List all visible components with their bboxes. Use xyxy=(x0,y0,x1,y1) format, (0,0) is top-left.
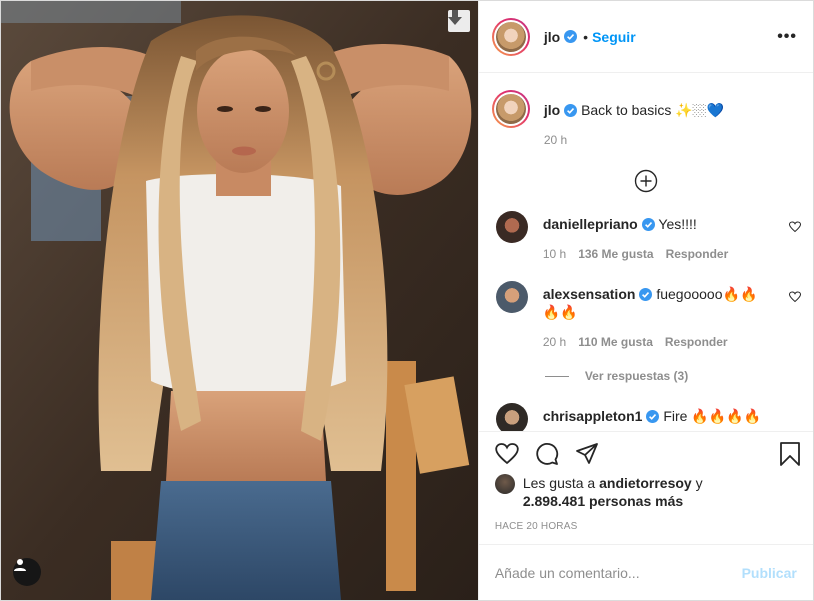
verified-badge-icon xyxy=(564,30,578,43)
heart-icon[interactable] xyxy=(495,442,519,466)
load-more-plus-icon[interactable] xyxy=(634,169,658,193)
view-replies-label[interactable]: Ver respuestas (3) xyxy=(585,369,688,383)
post-photo[interactable] xyxy=(1,1,478,600)
comment-likes[interactable]: 136 Me gusta xyxy=(578,247,653,261)
likes-count[interactable]: 2.898.481 personas más xyxy=(523,493,683,509)
heart-icon[interactable] xyxy=(788,221,801,233)
load-more-button[interactable] xyxy=(479,169,813,193)
post-timestamp[interactable]: HACE 20 HORAS xyxy=(479,510,813,532)
post-actions: Les gusta a andietorresoy y 2.898.481 pe… xyxy=(478,431,813,543)
comment-input[interactable] xyxy=(494,564,742,581)
liker-avatar[interactable] xyxy=(494,474,515,494)
comment-avatar[interactable] xyxy=(495,403,528,431)
publish-button[interactable]: Publicar xyxy=(742,565,797,581)
separator-dot: • xyxy=(583,28,589,45)
replies-divider xyxy=(544,375,569,377)
comment-avatar[interactable] xyxy=(495,211,528,243)
comment-likes[interactable]: 110 Me gusta xyxy=(578,335,653,349)
follow-button[interactable]: Seguir xyxy=(592,29,636,45)
verified-badge-icon xyxy=(646,410,660,423)
header-username[interactable]: jlo xyxy=(544,29,560,45)
download-icon[interactable] xyxy=(447,10,470,32)
comment-item: alexsensation fuegooooo🔥🔥🔥🔥 20 h 110 Me g… xyxy=(479,281,813,351)
reply-button[interactable]: Responder xyxy=(665,335,728,349)
add-comment-bar: Publicar xyxy=(478,544,813,600)
caption-text: Back to basics ✨🏼💙 xyxy=(581,102,725,118)
share-icon[interactable] xyxy=(575,442,599,466)
comment-time[interactable]: 10 h xyxy=(543,247,566,261)
comment-username[interactable]: alexsensation xyxy=(543,286,636,302)
bookmark-icon[interactable] xyxy=(779,442,801,466)
caption-time[interactable]: 20 h xyxy=(544,133,724,147)
comment-username[interactable]: chrisappleton1 xyxy=(543,408,643,424)
comment-item: daniellepriano Yes!!!! 10 h 136 Me gusta R… xyxy=(479,211,813,263)
user-tag-icon[interactable] xyxy=(13,558,41,586)
comment-avatar[interactable] xyxy=(495,281,528,313)
heart-icon[interactable] xyxy=(788,291,801,303)
view-replies-button[interactable]: Ver respuestas (3) xyxy=(544,369,813,383)
reply-button[interactable]: Responder xyxy=(666,247,729,261)
liker-username[interactable]: andietorresoy xyxy=(599,475,692,491)
instagram-post: jlo • Seguir ••• jlo Back to basics ✨🏼💙 … xyxy=(0,0,814,601)
comment-username[interactable]: daniellepriano xyxy=(543,216,638,232)
verified-badge-icon xyxy=(641,218,655,231)
post-side-panel: jlo • Seguir ••• jlo Back to basics ✨🏼💙 … xyxy=(477,1,813,600)
comment-icon[interactable] xyxy=(535,442,559,466)
likes-prefix: Les gusta a xyxy=(522,475,596,491)
verified-badge-icon xyxy=(639,288,653,301)
verified-badge-icon xyxy=(564,104,578,117)
caption-avatar[interactable] xyxy=(491,90,530,128)
post-header: jlo • Seguir ••• xyxy=(478,1,813,73)
post-image xyxy=(1,1,478,600)
caption-username[interactable]: jlo xyxy=(544,102,560,118)
comment-text: Fire 🔥🔥🔥🔥 xyxy=(663,408,762,424)
likes-summary: Les gusta a andietorresoy y 2.898.481 pe… xyxy=(479,466,813,510)
more-options-icon[interactable]: ••• xyxy=(777,28,797,46)
likes-connector: y xyxy=(695,475,703,491)
comment-item: chrisappleton1 Fire 🔥🔥🔥🔥 xyxy=(479,403,813,431)
comment-time[interactable]: 20 h xyxy=(543,335,566,349)
comments-list[interactable]: jlo Back to basics ✨🏼💙 20 h daniellepria… xyxy=(479,74,813,431)
comment-text: Yes!!!! xyxy=(658,216,697,232)
avatar[interactable] xyxy=(491,17,530,56)
caption: jlo Back to basics ✨🏼💙 20 h xyxy=(479,74,813,147)
